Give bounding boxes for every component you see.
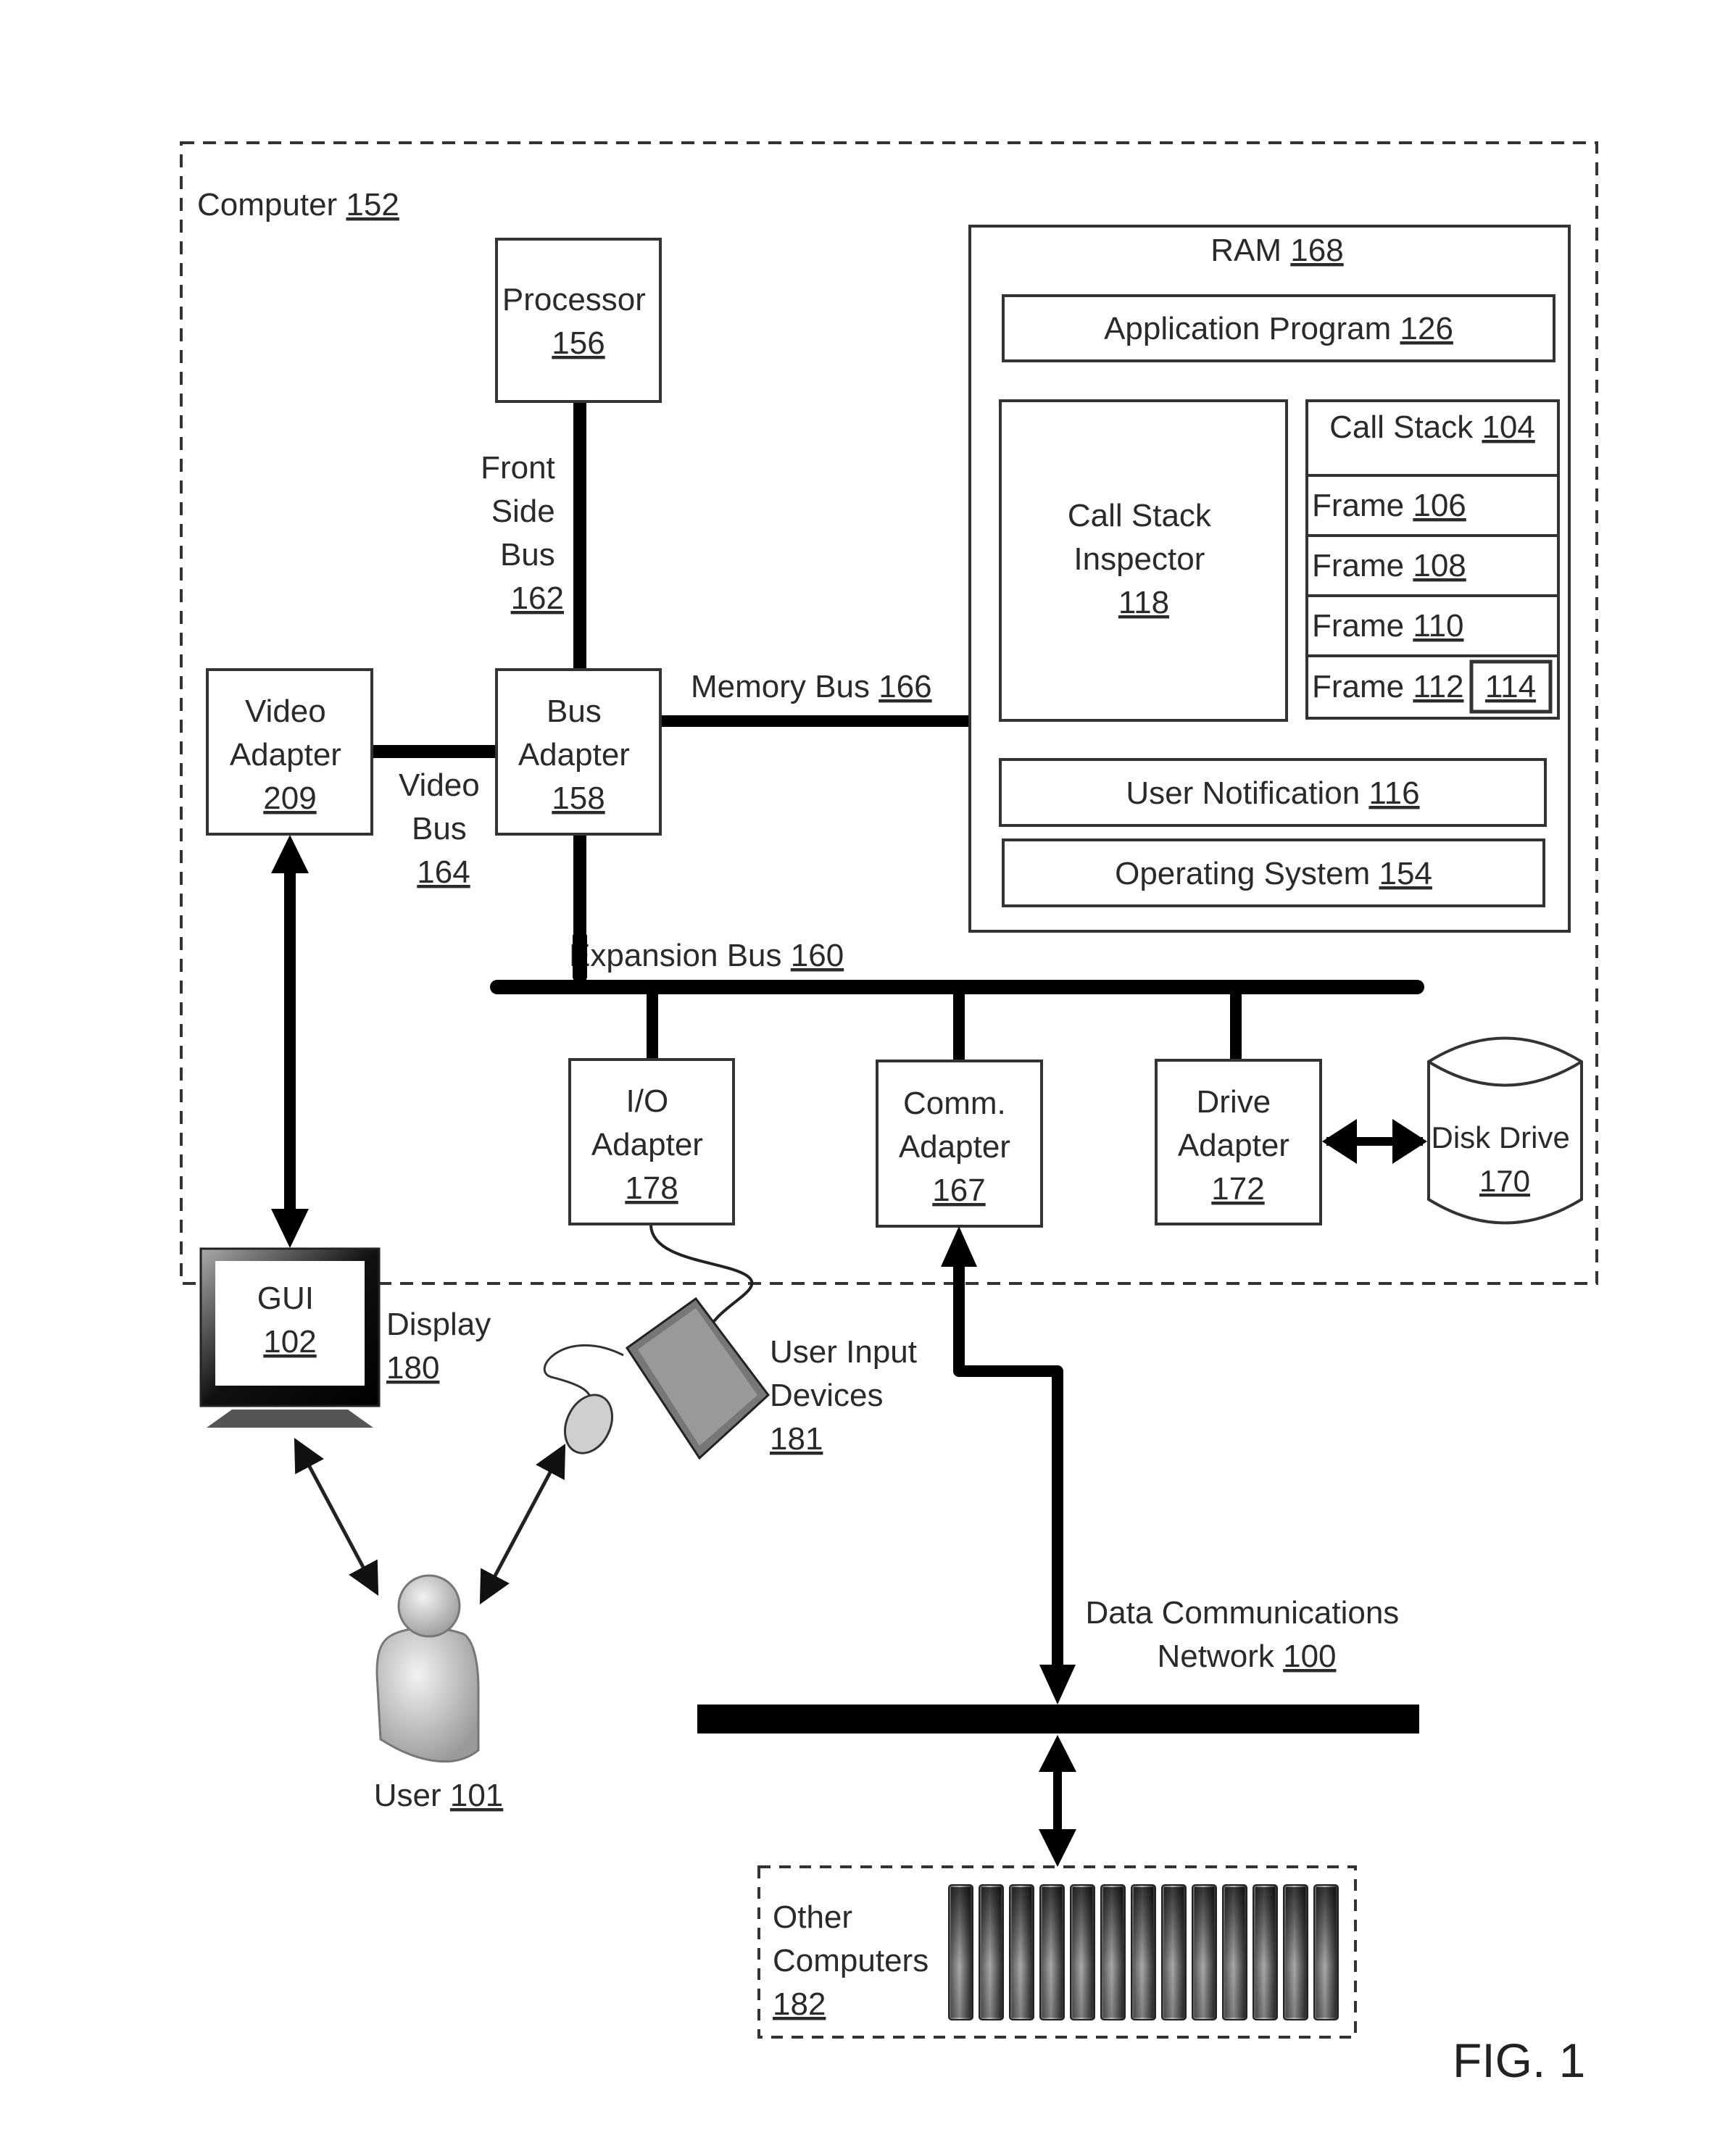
user-notification-box[interactable]: User Notification 116 [999, 758, 1547, 827]
server-tower-icon [1131, 1884, 1156, 2020]
video-adapter-box[interactable]: Video Adapter 209 [206, 668, 373, 836]
operating-system-box[interactable]: Operating System 154 [1002, 838, 1545, 907]
frame-element-114[interactable]: 114 [1469, 659, 1553, 714]
ram-label: RAM 168 [1210, 233, 1343, 268]
comm-network-arrow [941, 1226, 1076, 1705]
bus-adapter-box[interactable]: Bus Adapter 158 [495, 668, 662, 836]
svg-text:User Notification 116: User Notification 116 [1126, 775, 1419, 811]
io-adapter-box[interactable]: I/O Adapter 178 [568, 1058, 735, 1225]
user-input-arrow [479, 1444, 566, 1604]
drive-disk-arrow [1322, 1119, 1427, 1164]
network-other-arrow [1039, 1735, 1076, 1867]
network-bar [697, 1705, 1419, 1733]
svg-text:114: 114 [1485, 669, 1536, 704]
network-label: Data Communications Network 100 [1085, 1595, 1408, 1674]
expansion-bus-label: Expansion Bus 160 [569, 938, 844, 973]
server-tower-icon [1253, 1884, 1278, 2020]
server-tower-icon [1192, 1884, 1217, 2020]
server-tower-icon [1222, 1884, 1247, 2020]
server-tower-icon [1313, 1884, 1339, 2020]
call-stack-label: Call Stack 104 [1329, 409, 1535, 445]
mouse-icon [564, 1394, 613, 1454]
drive-adapter-box[interactable]: Drive Adapter 172 [1155, 1059, 1322, 1225]
call-stack-inspector-box[interactable]: Call Stack Inspector 118 [999, 399, 1288, 722]
svg-text:Application Program 126: Application Program 126 [1104, 311, 1453, 346]
svg-text:Operating System 154: Operating System 154 [1115, 856, 1432, 891]
computer-label: Computer 152 [197, 187, 399, 222]
video-bus-label: Video Bus 164 [399, 767, 489, 890]
computer-architecture-diagram: Computer 152 Front Side Bus 162 Video Bu… [180, 141, 1598, 2087]
user-display-arrow [294, 1438, 379, 1596]
other-computers-box[interactable]: Other Computers 182 [757, 1865, 1357, 2039]
ram-box[interactable]: RAM 168 Application Program 126 Call Sta… [968, 225, 1571, 933]
frame-112[interactable]: Frame 112 [1312, 669, 1464, 704]
front-side-bus-label: Front Side Bus 162 [481, 450, 564, 616]
server-tower-icon [1161, 1884, 1187, 2020]
call-stack-box[interactable]: Call Stack 104 Frame 106 Frame 108 Frame… [1305, 399, 1560, 720]
server-tower-icon [948, 1884, 973, 2020]
user-figure [375, 1574, 480, 1763]
expansion-bus-label-occluder [573, 935, 587, 978]
server-tower-icon [1100, 1884, 1126, 2020]
server-tower-icon [1070, 1884, 1095, 2020]
server-tower-icon [1039, 1884, 1065, 2020]
user-label: User 101 [374, 1778, 504, 1813]
user-input-devices[interactable] [543, 1296, 770, 1461]
user-icon [375, 1626, 480, 1763]
display-label: Display 180 [386, 1307, 500, 1386]
frame-106[interactable]: Frame 106 [1312, 488, 1466, 523]
video-display-arrow [271, 835, 309, 1248]
frame-110[interactable]: Frame 110 [1312, 608, 1464, 644]
frame-108[interactable]: Frame 108 [1312, 548, 1466, 583]
disk-drive[interactable]: Disk Drive 170 [1427, 1036, 1583, 1225]
memory-bus-label: Memory Bus 166 [691, 669, 932, 704]
server-tower-icon [1283, 1884, 1308, 2020]
application-program-box[interactable]: Application Program 126 [1002, 294, 1555, 362]
user-input-devices-label: User Input Devices 181 [770, 1334, 926, 1457]
processor-box[interactable]: Processor 156 [495, 238, 662, 403]
figure-label: FIG. 1 [1453, 2034, 1585, 2087]
server-tower-icon [979, 1884, 1004, 2020]
comm-adapter-box[interactable]: Comm. Adapter 167 [876, 1060, 1043, 1228]
server-tower-icon [1009, 1884, 1034, 2020]
display-monitor[interactable]: GUI 102 [199, 1247, 381, 1428]
